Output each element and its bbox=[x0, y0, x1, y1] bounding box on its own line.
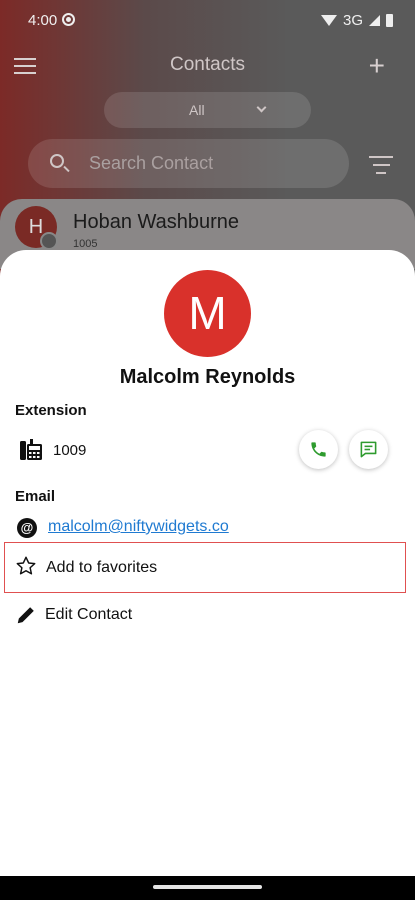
battery-icon bbox=[386, 14, 393, 27]
email-link[interactable]: malcolm@niftywidgets.co bbox=[48, 518, 229, 536]
status-icons: 3G bbox=[320, 12, 393, 29]
add-to-favorites-button[interactable]: Add to favorites bbox=[4, 542, 406, 593]
extension-label: Extension bbox=[15, 402, 87, 419]
message-button[interactable] bbox=[349, 430, 388, 469]
navigation-bar bbox=[0, 876, 415, 900]
plus-icon[interactable]: + bbox=[369, 52, 385, 80]
contact-name: Malcolm Reynolds bbox=[119, 366, 296, 388]
star-icon bbox=[16, 556, 36, 575]
contact-detail-sheet: M Malcolm Reynolds Extension 1009 Email … bbox=[0, 250, 415, 876]
call-button[interactable] bbox=[299, 430, 338, 469]
edit-contact-button[interactable]: Edit Contact bbox=[0, 600, 415, 630]
desk-phone-icon bbox=[20, 439, 42, 460]
status-time: 4:00 bbox=[28, 12, 58, 29]
signal-icon bbox=[369, 15, 380, 26]
message-icon bbox=[360, 441, 377, 458]
contact-name: Hoban Washburne bbox=[73, 211, 240, 233]
search-input[interactable]: Search Contact bbox=[28, 139, 349, 188]
recording-icon bbox=[62, 13, 75, 26]
contact-extension: 1005 bbox=[73, 238, 98, 250]
search-icon bbox=[50, 154, 64, 168]
filter-dropdown[interactable]: All bbox=[104, 92, 311, 128]
chevron-down-icon bbox=[256, 102, 267, 113]
network-type: 3G bbox=[342, 12, 363, 29]
phone-badge-icon bbox=[40, 232, 58, 250]
phone-icon bbox=[311, 442, 326, 457]
email-label: Email bbox=[15, 488, 56, 505]
edit-label: Edit Contact bbox=[45, 606, 133, 623]
search-placeholder: Search Contact bbox=[89, 153, 214, 173]
wifi-icon bbox=[320, 15, 337, 26]
avatar: M bbox=[164, 270, 251, 357]
filter-icon[interactable] bbox=[369, 156, 393, 180]
status-bar: 4:00 3G bbox=[0, 0, 415, 42]
favorite-label: Add to favorites bbox=[46, 559, 158, 576]
pencil-icon bbox=[17, 607, 34, 624]
extension-value: 1009 bbox=[53, 442, 87, 459]
home-handle[interactable] bbox=[153, 885, 262, 889]
top-app-bar: Contacts + bbox=[0, 42, 415, 92]
at-icon: @ bbox=[17, 518, 37, 538]
filter-selected: All bbox=[189, 102, 205, 118]
page-title: Contacts bbox=[170, 54, 245, 75]
